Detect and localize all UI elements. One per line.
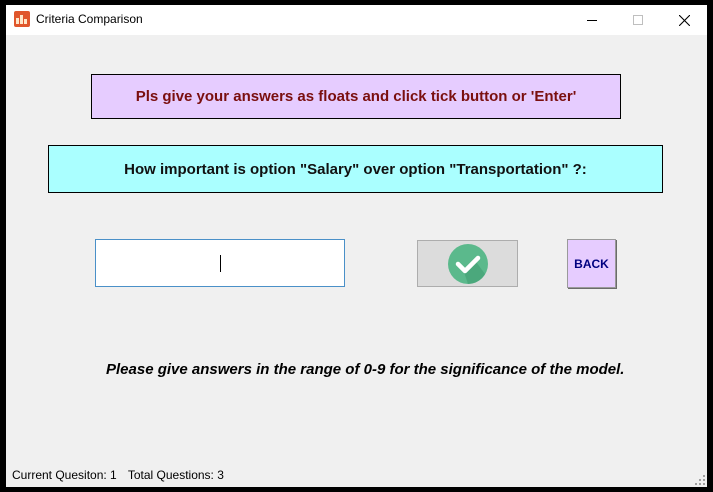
close-icon	[678, 14, 690, 26]
maximize-icon	[633, 15, 643, 25]
question-label: How important is option "Salary" over op…	[48, 145, 663, 193]
text-caret	[220, 255, 221, 272]
window-title: Criteria Comparison	[36, 12, 143, 26]
close-button[interactable]	[661, 5, 707, 35]
minimize-icon	[587, 20, 597, 21]
instruction-label: Pls give your answers as floats and clic…	[91, 74, 621, 119]
range-hint: Please give answers in the range of 0-9 …	[106, 361, 625, 378]
current-question-status: Current Quesiton: 1	[12, 468, 117, 482]
resize-grip-icon[interactable]	[695, 475, 705, 485]
app-window: Criteria Comparison Pls give your answer…	[6, 5, 707, 487]
minimize-button[interactable]	[569, 5, 615, 35]
total-questions-status: Total Questions: 3	[127, 468, 224, 482]
check-circle-icon	[447, 243, 488, 284]
maximize-button[interactable]	[615, 5, 661, 35]
title-bar[interactable]: Criteria Comparison	[6, 5, 707, 35]
status-bar: Current Quesiton: 1 Total Questions: 3	[12, 468, 232, 482]
back-button[interactable]: BACK	[567, 239, 616, 288]
chart-app-icon	[14, 11, 30, 27]
submit-tick-button[interactable]	[417, 240, 518, 287]
